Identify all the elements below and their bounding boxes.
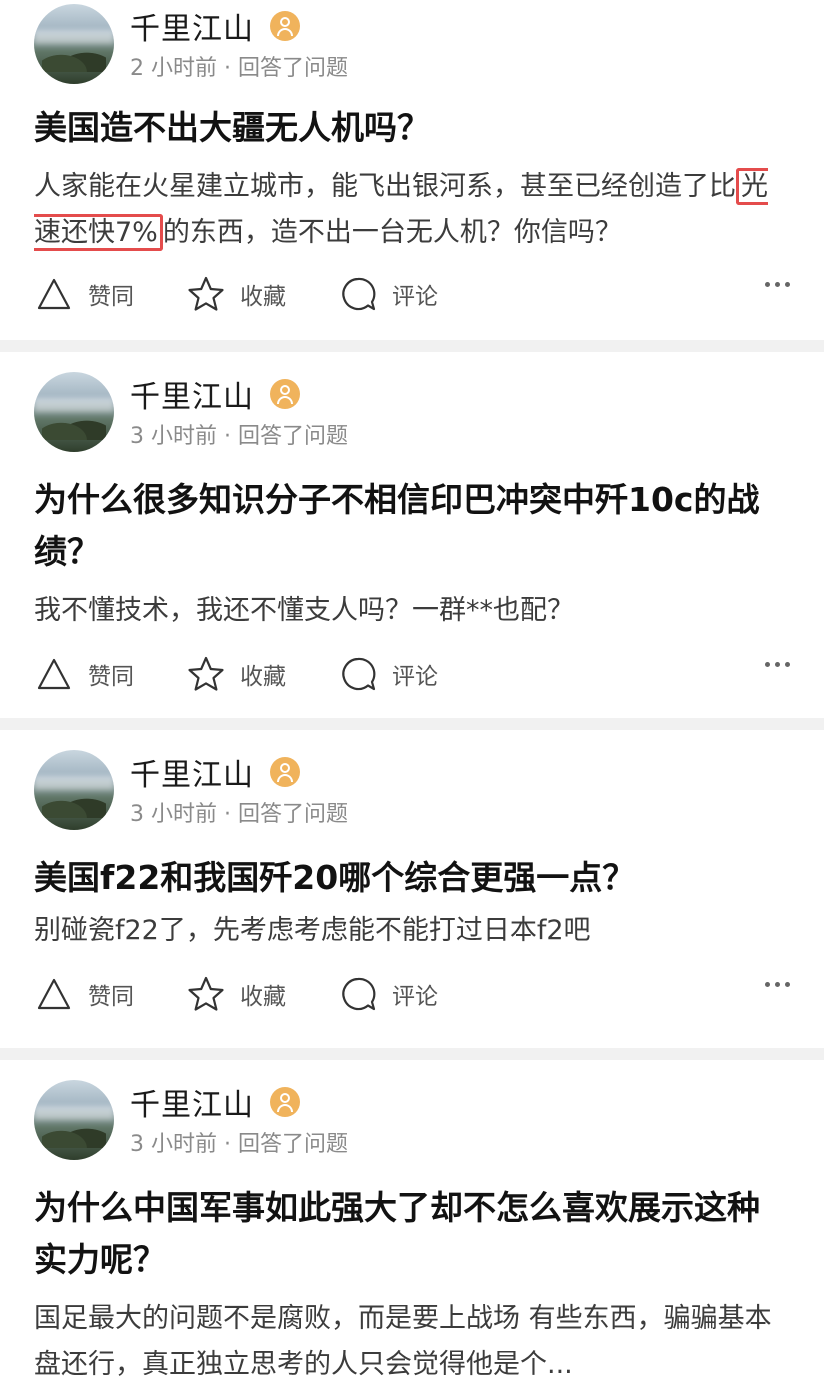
verified-user-badge-icon [270,757,300,787]
comment-label: 评论 [392,664,438,690]
author-meta: 千里江山 3 小时前 · 回答了问题 [130,1080,348,1158]
like-label: 赞同 [88,664,134,690]
answer-excerpt[interactable]: 国足最大的问题不是腐败，而是要上战场 有些东西，骗骗基本盘还行，真正独立思考的人… [34,1296,790,1388]
separator [0,718,824,730]
favorite-button[interactable]: 收藏 [186,274,286,314]
action-bar: 赞同 收藏 评论 [34,964,790,1024]
star-icon [188,276,224,311]
answer-excerpt[interactable]: 别碰瓷f22了，先考虑考虑能不能打过日本f2吧 [34,908,790,954]
action-bar: 赞同 收藏 评论 [34,644,790,704]
post-meta: 3 小时前 · 回答了问题 [130,1132,348,1157]
post-card[interactable]: 千里江山 2 小时前 · 回答了问题 美国造不出大疆无人机吗？ 人家能在火星建立… [0,0,824,340]
feed: 千里江山 2 小时前 · 回答了问题 美国造不出大疆无人机吗？ 人家能在火星建立… [0,0,824,1396]
separator [0,1048,824,1060]
comment-label: 评论 [392,984,438,1010]
author-name[interactable]: 千里江山 [130,4,254,48]
author-row: 千里江山 3 小时前 · 回答了问题 [34,730,790,830]
triangle-up-icon [37,658,71,690]
answer-excerpt[interactable]: 我不懂技术，我还不懂支人吗？一群**也配？ [34,588,790,634]
favorite-label: 收藏 [240,284,286,310]
verified-user-badge-icon [270,379,300,409]
post-card[interactable]: 千里江山 3 小时前 · 回答了问题 美国f22和我国歼20哪个综合更强一点？ … [0,730,824,1048]
author-meta: 千里江山 3 小时前 · 回答了问题 [130,372,348,450]
author-row: 千里江山 3 小时前 · 回答了问题 [34,1060,790,1160]
question-title[interactable]: 为什么很多知识分子不相信印巴冲突中歼10c的战绩？ [34,474,790,578]
verified-user-badge-icon [270,1087,300,1117]
comment-button[interactable]: 评论 [338,274,438,314]
author-row: 千里江山 3 小时前 · 回答了问题 [34,352,790,452]
question-title[interactable]: 美国造不出大疆无人机吗？ [34,102,790,154]
like-button[interactable]: 赞同 [34,654,134,694]
author-meta: 千里江山 3 小时前 · 回答了问题 [130,750,348,828]
avatar[interactable] [34,372,114,452]
post-meta: 3 小时前 · 回答了问题 [130,802,348,827]
avatar[interactable] [34,4,114,84]
comment-bubble-icon [342,277,376,311]
answer-text: 人家能在火星建立城市，能飞出银河系，甚至已经创造了比 [34,171,736,202]
answer-excerpt[interactable]: 人家能在火星建立城市，能飞出银河系，甚至已经创造了比 光速还快7% 的东西，造不出一… [34,164,790,256]
favorite-button[interactable]: 收藏 [186,974,286,1014]
post-card[interactable]: 千里江山 3 小时前 · 回答了问题 为什么中国军事如此强大了却不怎么喜欢展示这… [0,1060,824,1396]
verified-user-badge-icon [270,11,300,41]
comment-bubble-icon [342,977,376,1011]
post-meta: 3 小时前 · 回答了问题 [130,424,348,449]
post-card[interactable]: 千里江山 3 小时前 · 回答了问题 为什么很多知识分子不相信印巴冲突中歼10c… [0,352,824,718]
question-title[interactable]: 美国f22和我国歼20哪个综合更强一点？ [34,852,790,904]
author-name[interactable]: 千里江山 [130,372,254,416]
more-dots-icon[interactable] [760,282,790,287]
like-label: 赞同 [88,284,134,310]
avatar[interactable] [34,1080,114,1160]
author-row: 千里江山 2 小时前 · 回答了问题 [34,0,790,84]
author-name[interactable]: 千里江山 [130,1080,254,1124]
action-bar: 赞同 收藏 评论 [34,264,790,324]
more-dots-icon[interactable] [760,982,790,987]
favorite-label: 收藏 [240,664,286,690]
separator [0,340,824,352]
like-button[interactable]: 赞同 [34,274,134,314]
favorite-label: 收藏 [240,984,286,1010]
author-name[interactable]: 千里江山 [130,750,254,794]
like-button[interactable]: 赞同 [34,974,134,1014]
answer-text: 的东西，造不出一台无人机？你信吗？ [162,217,622,248]
author-meta: 千里江山 2 小时前 · 回答了问题 [130,4,348,82]
triangle-up-icon [37,978,71,1010]
triangle-up-icon [37,278,71,310]
favorite-button[interactable]: 收藏 [186,654,286,694]
question-title[interactable]: 为什么中国军事如此强大了却不怎么喜欢展示这种实力呢？ [34,1182,790,1286]
star-icon [188,656,224,691]
star-icon [188,976,224,1011]
more-dots-icon[interactable] [760,662,790,667]
comment-button[interactable]: 评论 [338,974,438,1014]
comment-button[interactable]: 评论 [338,654,438,694]
comment-bubble-icon [342,657,376,691]
post-meta: 2 小时前 · 回答了问题 [130,56,348,81]
comment-label: 评论 [392,284,438,310]
avatar[interactable] [34,750,114,830]
like-label: 赞同 [88,984,134,1010]
